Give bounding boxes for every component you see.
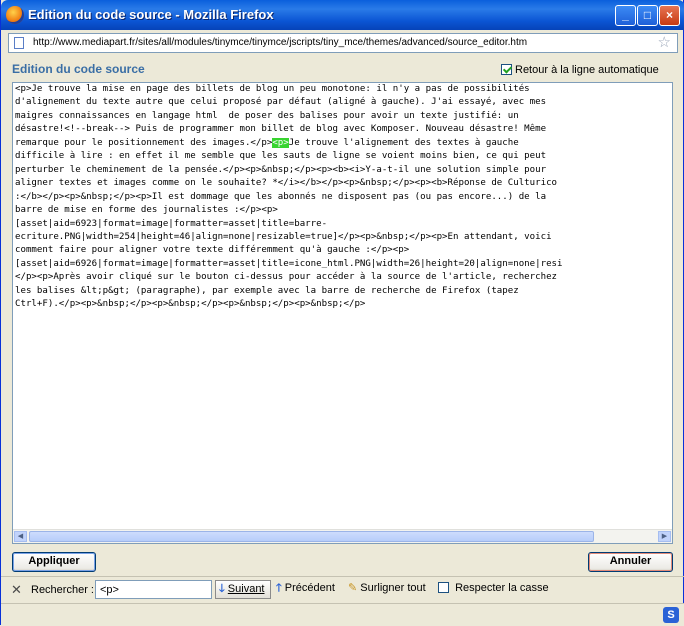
code-text[interactable]: Je trouve l'alignement des textes à gauc… — [289, 138, 519, 148]
bookmark-star-icon[interactable]: ☆ — [658, 34, 671, 52]
code-line[interactable]: difficile à lire : en effet il me semble… — [15, 150, 670, 163]
cancel-button[interactable]: Annuler — [588, 552, 673, 572]
arrow-up-icon: 🡑 — [276, 582, 282, 594]
arrow-down-icon: 🡓 — [219, 583, 225, 595]
word-wrap-toggle[interactable]: Retour à la ligne automatique — [501, 64, 659, 76]
close-window-button[interactable]: × — [659, 5, 680, 26]
code-text[interactable]: remarque pour le positionnement des imag… — [15, 138, 272, 148]
find-next-label: Suivant — [227, 583, 265, 595]
code-line[interactable]: maigres connaissances en langage html de… — [15, 110, 670, 123]
code-line[interactable]: barre de mise en forme des journalistes … — [15, 204, 670, 217]
match-case-toggle[interactable]: Respecter la casse — [438, 580, 549, 599]
find-label: Rechercher : — [31, 584, 94, 596]
find-previous-button[interactable]: 🡑 Précédent — [276, 580, 335, 599]
highlighter-pen-icon: ✎ — [348, 582, 358, 594]
source-code-textarea[interactable]: <p>Je trouve la mise en page des billets… — [12, 82, 673, 544]
word-wrap-label[interactable]: Retour à la ligne automatique — [515, 64, 659, 76]
find-bar: ✕ Rechercher : 🡓 Suivant 🡑 Précédent ✎ S… — [1, 576, 684, 603]
code-line[interactable]: les balises &lt;p&gt; (paragraphe), par … — [15, 285, 670, 298]
page-icon — [14, 37, 24, 49]
code-line[interactable]: perturber le cheminement de la pensée.</… — [15, 164, 670, 177]
match-case-label: Respecter la casse — [455, 582, 549, 594]
match-case-checkbox[interactable] — [438, 582, 449, 593]
maximize-button[interactable]: □ — [637, 5, 658, 26]
word-wrap-checkbox[interactable] — [501, 64, 512, 75]
find-previous-label: Précédent — [284, 582, 335, 594]
code-line[interactable]: comment faire pour aligner votre texte d… — [15, 244, 670, 257]
source-code-content[interactable]: <p>Je trouve la mise en page des billets… — [15, 83, 670, 312]
address-bar[interactable]: http://www.mediapart.fr/sites/all/module… — [8, 33, 678, 53]
status-s-icon[interactable]: S — [663, 607, 679, 623]
code-line[interactable]: d'alignement du texte autre que celui pr… — [15, 96, 670, 109]
title-bar[interactable]: Edition du code source - Mozilla Firefox… — [1, 0, 684, 30]
code-line[interactable]: [asset|aid=6926|format=image|formatter=a… — [15, 258, 670, 271]
find-input[interactable] — [95, 580, 212, 599]
horizontal-scrollbar[interactable]: ◀ ▶ — [13, 529, 672, 543]
scrollbar-thumb[interactable] — [29, 531, 594, 542]
highlight-all-button[interactable]: ✎ Surligner tout — [348, 580, 426, 599]
scroll-left-icon[interactable]: ◀ — [14, 531, 27, 542]
code-line[interactable]: Ctrl+F).</p><p>&nbsp;</p><p>&nbsp;</p><p… — [15, 298, 670, 311]
code-line[interactable]: ecriture.PNG|width=254|height=46|align=n… — [15, 231, 670, 244]
firefox-logo-icon — [6, 6, 24, 24]
close-findbar-icon[interactable]: ✕ — [11, 582, 22, 598]
minimize-button[interactable]: _ — [615, 5, 636, 26]
apply-button[interactable]: Appliquer — [12, 552, 96, 572]
status-bar: S — [1, 603, 684, 626]
address-url[interactable]: http://www.mediapart.fr/sites/all/module… — [33, 37, 527, 48]
code-line[interactable]: désastre!<!--break--> Puis de programmer… — [15, 123, 670, 136]
scroll-right-icon[interactable]: ▶ — [658, 531, 671, 542]
code-line[interactable]: aligner textes et images comme on le sou… — [15, 177, 670, 190]
find-next-button[interactable]: 🡓 Suivant — [215, 580, 271, 599]
firefox-window: Edition du code source - Mozilla Firefox… — [0, 0, 684, 626]
window-title: Edition du code source - Mozilla Firefox — [28, 7, 274, 22]
code-line[interactable]: [asset|aid=6923|format=image|formatter=a… — [15, 218, 670, 231]
dialog-heading: Edition du code source — [12, 62, 145, 76]
code-line[interactable]: remarque pour le positionnement des imag… — [15, 137, 670, 150]
highlight-all-label: Surligner tout — [360, 582, 426, 594]
search-match-highlight[interactable]: <p> — [272, 137, 289, 148]
code-line[interactable]: <p>Je trouve la mise en page des billets… — [15, 83, 670, 96]
code-line[interactable]: </p><p>Après avoir cliqué sur le bouton … — [15, 271, 670, 284]
code-line[interactable]: :</b></p><p>&nbsp;</p><p>Il est dommage … — [15, 191, 670, 204]
